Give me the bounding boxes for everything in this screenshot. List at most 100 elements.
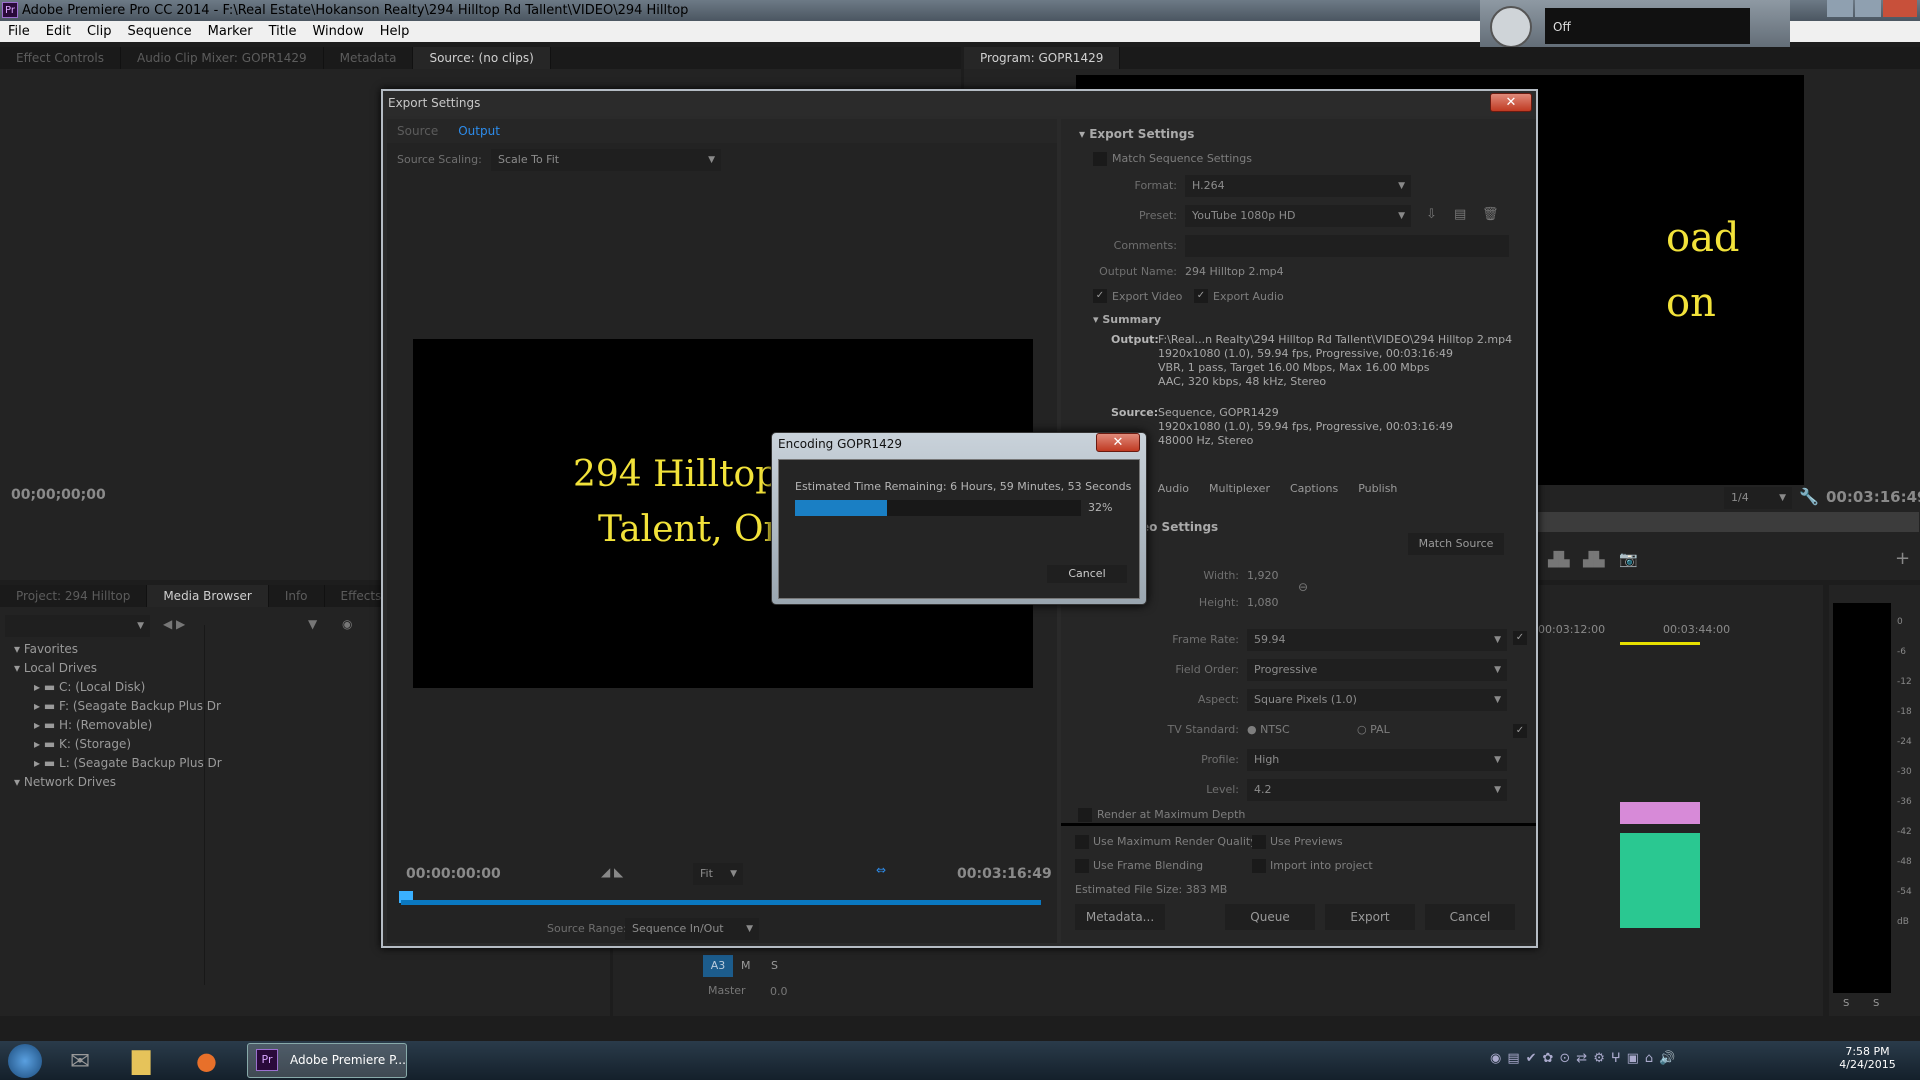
menu-title[interactable]: Title	[261, 21, 305, 42]
summary-section[interactable]: ▾ Summary	[1093, 313, 1161, 326]
export-button[interactable]: Export	[1325, 904, 1415, 930]
tab-program[interactable]: Program: GOPR1429	[964, 47, 1121, 69]
tab-effect-controls[interactable]: Effect Controls	[0, 47, 121, 69]
frame-blending-checkbox[interactable]	[1075, 859, 1089, 873]
level-select[interactable]: 4.2	[1247, 779, 1507, 801]
frame-rate-checkbox[interactable]: ✓	[1513, 631, 1527, 645]
video-settings-section[interactable]: eo Settings	[1141, 520, 1218, 534]
overwrite-icon[interactable]: ▟▙	[1583, 552, 1605, 568]
maximize-button[interactable]	[1855, 0, 1881, 17]
solo-button[interactable]: S	[771, 959, 778, 972]
export-video-checkbox[interactable]: ✓	[1093, 289, 1107, 303]
minimize-button[interactable]	[1827, 0, 1853, 17]
outlook-icon[interactable]: ✉	[70, 1047, 90, 1075]
solo-left[interactable]: S	[1843, 998, 1849, 1009]
insert-icon[interactable]: ▟▙	[1548, 552, 1570, 568]
aspect-select[interactable]: Square Pixels (1.0)	[1247, 689, 1507, 711]
source-scaling-select[interactable]: Scale To Fit	[491, 149, 721, 171]
tab-source-preview[interactable]: Source	[387, 119, 448, 143]
firefox-icon[interactable]: ●	[196, 1047, 217, 1075]
tab-info[interactable]: Info	[269, 585, 325, 607]
field-order-select[interactable]: Progressive	[1247, 659, 1507, 681]
tab-audio[interactable]: Audio	[1148, 475, 1199, 503]
menu-window[interactable]: Window	[304, 21, 371, 42]
height-value[interactable]: 1,080	[1247, 596, 1279, 609]
max-depth-checkbox[interactable]	[1078, 808, 1092, 822]
start-button-icon[interactable]	[8, 1044, 42, 1078]
system-tray-icons[interactable]: ◉▤✔✿⊙⇄⚙ⵖ▣⌂🔊	[1490, 1051, 1681, 1066]
view-icon[interactable]: ◉	[342, 617, 352, 631]
tab-media-browser[interactable]: Media Browser	[147, 585, 269, 607]
tab-publish[interactable]: Publish	[1348, 475, 1407, 503]
tab-audio-clip-mixer[interactable]: Audio Clip Mixer: GOPR1429	[121, 47, 324, 69]
pal-radio[interactable]: ○ PAL	[1357, 723, 1390, 736]
ntsc-radio[interactable]: ● NTSC	[1247, 723, 1290, 736]
add-button-icon[interactable]: +	[1895, 548, 1910, 569]
mute-button[interactable]: M	[741, 959, 751, 972]
source-range-select[interactable]: Sequence In/Out	[625, 918, 759, 940]
menu-sequence[interactable]: Sequence	[120, 21, 200, 42]
solo-right[interactable]: S	[1873, 998, 1879, 1009]
preset-select[interactable]: YouTube 1080p HD	[1185, 205, 1411, 227]
output-name-link[interactable]: 294 Hilltop 2.mp4	[1185, 265, 1284, 278]
match-sequence-checkbox[interactable]	[1093, 152, 1107, 166]
save-preset-icon[interactable]: ⇩	[1426, 207, 1437, 222]
delete-preset-icon[interactable]: 🗑	[1482, 207, 1499, 222]
link-icon[interactable]: ⊖	[1298, 580, 1308, 594]
wrench-icon[interactable]: 🔧	[1799, 487, 1819, 506]
tree-local-drives[interactable]: ▾ Local Drives	[14, 659, 222, 678]
tree-drive[interactable]: ▸ ▬ C: (Local Disk)	[14, 678, 222, 697]
clock[interactable]: 7:58 PM 4/24/2015	[1830, 1045, 1905, 1071]
work-area-bar[interactable]	[1620, 642, 1700, 645]
use-previews-checkbox[interactable]	[1252, 835, 1266, 849]
filter-icon[interactable]: ▼	[308, 617, 317, 631]
max-quality-checkbox[interactable]	[1075, 835, 1089, 849]
tab-multiplexer[interactable]: Multiplexer	[1199, 475, 1280, 503]
program-time-ruler[interactable]	[1509, 512, 1919, 532]
menu-clip[interactable]: Clip	[79, 21, 120, 42]
menu-edit[interactable]: Edit	[38, 21, 79, 42]
tree-drive[interactable]: ▸ ▬ H: (Removable)	[14, 716, 222, 735]
back-arrow-icon[interactable]: ◀ ▶	[163, 617, 185, 631]
import-project-checkbox[interactable]	[1252, 859, 1266, 873]
location-select[interactable]	[5, 615, 150, 637]
close-button[interactable]	[1883, 0, 1917, 17]
tree-drive[interactable]: ▸ ▬ F: (Seagate Backup Plus Dr	[14, 697, 222, 716]
explorer-icon[interactable]: ▇	[132, 1047, 150, 1075]
profile-select[interactable]: High	[1247, 749, 1507, 771]
export-audio-checkbox[interactable]: ✓	[1194, 289, 1208, 303]
master-volume[interactable]: 0.0	[770, 985, 788, 998]
tab-source[interactable]: Source: (no clips)	[413, 47, 551, 69]
tree-drive[interactable]: ▸ ▬ L: (Seagate Backup Plus Dr	[14, 754, 222, 773]
camera-icon[interactable]: 📷	[1619, 550, 1638, 568]
tab-metadata[interactable]: Metadata	[324, 47, 414, 69]
source-range-bar[interactable]	[401, 900, 1041, 905]
queue-button[interactable]: Queue	[1225, 904, 1315, 930]
video-clip[interactable]	[1620, 802, 1700, 824]
tree-favorites[interactable]: ▾ Favorites	[14, 640, 222, 659]
fit-select[interactable]: Fit	[693, 863, 743, 885]
metadata-button[interactable]: Metadata...	[1075, 904, 1165, 930]
tab-project[interactable]: Project: 294 Hilltop	[0, 585, 148, 607]
tree-drive[interactable]: ▸ ▬ K: (Storage)	[14, 735, 222, 754]
tab-captions[interactable]: Captions	[1280, 475, 1348, 503]
tab-output-preview[interactable]: Output	[448, 119, 510, 143]
menu-help[interactable]: Help	[372, 21, 418, 42]
menu-marker[interactable]: Marker	[200, 21, 261, 42]
aspect-correction-icon[interactable]: ⇔	[876, 863, 886, 877]
tree-network-drives[interactable]: ▾ Network Drives	[14, 773, 222, 792]
tv-standard-checkbox[interactable]: ✓	[1513, 724, 1527, 738]
menu-file[interactable]: File	[0, 21, 38, 42]
frame-rate-select[interactable]: 59.94	[1247, 629, 1507, 651]
program-zoom-select[interactable]: 1/4	[1724, 487, 1792, 509]
width-value[interactable]: 1,920	[1247, 569, 1279, 582]
dialog-close-button[interactable]: ✕	[1490, 93, 1532, 112]
export-settings-section[interactable]: ▾ Export Settings	[1079, 127, 1194, 141]
encoding-cancel-button[interactable]: Cancel	[1047, 565, 1127, 583]
track-a3[interactable]: A3	[703, 955, 733, 977]
import-preset-icon[interactable]: ▤	[1454, 207, 1466, 222]
encoding-close-button[interactable]: ✕	[1096, 433, 1140, 452]
match-source-button[interactable]: Match Source	[1408, 533, 1504, 555]
format-select[interactable]: H.264	[1185, 175, 1411, 197]
comments-input[interactable]	[1185, 235, 1509, 257]
